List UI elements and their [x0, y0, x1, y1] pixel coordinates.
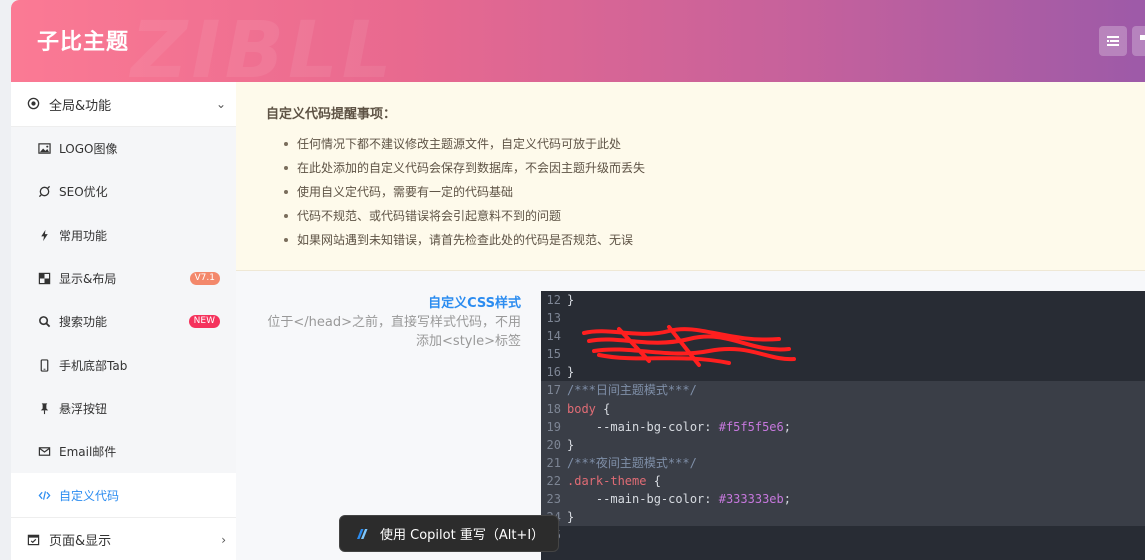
list-item: 使用自义定代码，需要有一定的代码基础	[284, 180, 645, 204]
sidebar-section-label: 页面&显示	[49, 534, 112, 550]
copilot-label: 使用 Copilot 重写（Alt+I）	[380, 528, 545, 543]
sidebar-item-logo[interactable]: LOGO图像	[11, 127, 236, 170]
header-banner: ZIBLL 子比主题	[11, 0, 1145, 82]
list-icon	[1107, 36, 1119, 46]
code-line: 22 .dark-theme {	[541, 471, 1145, 491]
target-icon	[27, 97, 41, 111]
list-item: 任何情况下都不建议修改主题源文件，自定义代码可放于此处	[284, 132, 645, 156]
notice-box: 自定义代码提醒事项： 任何情况下都不建议修改主题源文件，自定义代码可放于此处 在…	[236, 82, 1145, 271]
sidebar-section-global[interactable]: 全局&功能 ⌄	[11, 82, 236, 127]
sidebar-item-mobile-tab[interactable]: 手机底部Tab	[11, 343, 236, 386]
code-line: 18 body {	[541, 399, 1145, 418]
chevron-right-icon: ›	[221, 532, 226, 547]
search-icon	[38, 315, 51, 328]
settings-panel: ZIBLL 子比主题 全局&功能 ⌄ LOGO图像 SEO优化 常用功能 显示&…	[11, 0, 1145, 560]
brand-watermark: ZIBLL	[131, 6, 396, 82]
page-title: 子比主题	[37, 30, 130, 55]
sidebar-item-seo[interactable]: SEO优化	[11, 170, 236, 213]
mail-icon	[38, 445, 51, 458]
code-line: 24}	[541, 508, 1145, 527]
bolt-icon	[38, 229, 51, 242]
layout-icon	[38, 272, 51, 285]
code-line: 17/***日间主题模式***/	[541, 381, 1145, 400]
copilot-icon	[354, 526, 370, 542]
menu-toggle-button[interactable]	[1099, 26, 1127, 56]
mobile-icon	[38, 358, 51, 372]
sidebar-item-search[interactable]: 搜索功能 NEW	[11, 300, 236, 343]
code-line: 23 --main-bg-color: #333333eb;	[541, 490, 1145, 509]
code-line: 21/***夜间主题模式***/	[541, 453, 1145, 472]
sidebar-item-label: 搜索功能	[59, 315, 108, 330]
new-badge: NEW	[188, 315, 220, 329]
sidebar-item-label: 手机底部Tab	[59, 358, 128, 373]
grid-icon	[1140, 35, 1145, 40]
sidebar-item-label: SEO优化	[59, 185, 108, 200]
code-icon	[38, 489, 51, 502]
code-line: 25	[541, 526, 1145, 544]
sidebar-section-page[interactable]: 页面&显示 ›	[11, 516, 236, 560]
version-badge: V7.1	[189, 272, 220, 286]
pin-icon	[38, 402, 51, 415]
sidebar-item-label: 显示&布局	[59, 272, 117, 287]
sidebar-item-label: 悬浮按钮	[59, 401, 108, 416]
sidebar-item-label: 常用功能	[59, 228, 108, 243]
sidebar-item-common[interactable]: 常用功能	[11, 214, 236, 257]
custom-css-field-label: 自定义CSS样式 位于</head>之前，直接写样式代码，不用 添加<style…	[236, 292, 521, 351]
sidebar-item-custom-code[interactable]: 自定义代码	[11, 473, 236, 517]
code-line: 19 --main-bg-color: #f5f5f5e6;	[541, 417, 1145, 436]
list-item: 代码不规范、或代码错误将会引起意料不到的问题	[284, 204, 645, 228]
code-line: 12}	[546, 293, 575, 307]
list-item: 在此处添加的自定义代码会保存到数据库，不会因主题升级而丢失	[284, 156, 645, 180]
calendar-icon	[27, 533, 41, 547]
field-description: 位于</head>之前，直接写样式代码，不用 添加<style>标签	[267, 315, 521, 349]
sidebar-item-float-button[interactable]: 悬浮按钮	[11, 387, 236, 430]
css-code-editor[interactable]: 12} 13 14 15 16} 17/***日间主题模式***/ 18 body…	[541, 291, 1145, 560]
sidebar-section-label: 全局&功能	[49, 98, 112, 114]
header-action-button[interactable]	[1132, 26, 1145, 56]
field-title: 自定义CSS样式	[428, 296, 521, 311]
list-item: 如果网站遇到未知错误，请首先检查此处的代码是否规范、无误	[284, 228, 645, 252]
code-line: 20}	[541, 435, 1145, 454]
sidebar: 全局&功能 ⌄ LOGO图像 SEO优化 常用功能 显示&布局 V7.1 搜索功…	[11, 82, 236, 560]
image-icon	[38, 142, 51, 155]
sidebar-submenu: LOGO图像 SEO优化 常用功能 显示&布局 V7.1 搜索功能 NEW 手机…	[11, 127, 236, 517]
notice-list: 任何情况下都不建议修改主题源文件，自定义代码可放于此处 在此处添加的自定义代码会…	[284, 132, 645, 252]
chevron-down-icon: ⌄	[215, 97, 226, 111]
sidebar-item-label: Email邮件	[59, 445, 117, 460]
sidebar-item-email[interactable]: Email邮件	[11, 430, 236, 473]
sidebar-item-label: LOGO图像	[59, 142, 118, 157]
sidebar-item-layout[interactable]: 显示&布局 V7.1	[11, 257, 236, 300]
copilot-rewrite-tooltip[interactable]: 使用 Copilot 重写（Alt+I）	[339, 515, 559, 552]
seo-icon	[38, 185, 51, 198]
notice-title: 自定义代码提醒事项：	[266, 107, 397, 122]
redaction-scribble	[582, 325, 796, 367]
sidebar-item-label: 自定义代码	[59, 488, 120, 503]
